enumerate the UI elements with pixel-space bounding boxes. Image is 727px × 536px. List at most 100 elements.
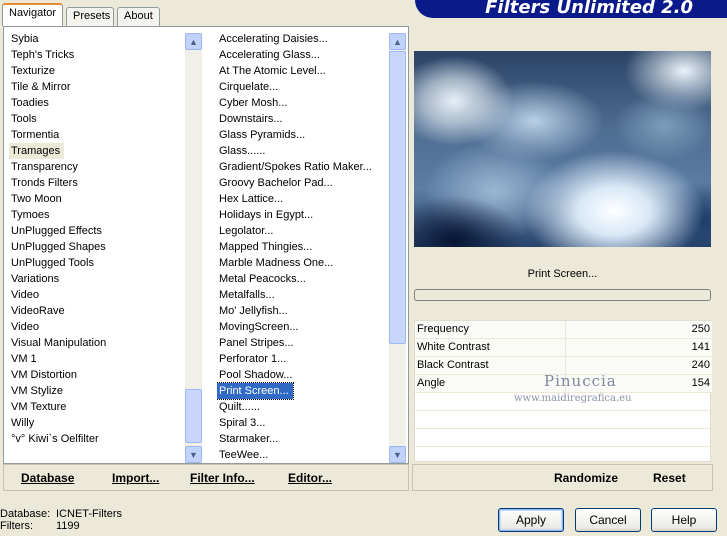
filter-list[interactable]: Accelerating Daisies... Accelerating Glas…	[217, 31, 389, 463]
list-item[interactable]: Tramages	[9, 143, 185, 159]
list-item-label: Mo' Jellyfish...	[219, 305, 288, 317]
list-item-label: Accelerating Glass...	[219, 49, 320, 61]
list-item[interactable]: Downstairs...	[217, 111, 389, 127]
list-item[interactable]: Holidays in Egypt...	[217, 207, 389, 223]
slider-tick	[565, 339, 566, 357]
list-item[interactable]: Transparency	[9, 159, 185, 175]
list-item[interactable]: VM Texture	[9, 399, 185, 415]
list-item[interactable]: Variations	[9, 271, 185, 287]
cancel-button-label: Cancel	[589, 513, 627, 527]
list-item[interactable]: Quilt......	[217, 399, 389, 415]
list-item[interactable]: Hex Lattice...	[217, 191, 389, 207]
list-item[interactable]: Video	[9, 319, 185, 335]
list-item[interactable]: Perforator 1...	[217, 351, 389, 367]
list-item[interactable]: Accelerating Daisies...	[217, 31, 389, 47]
list-item[interactable]: Print Screen...	[217, 382, 389, 400]
list-item[interactable]: UnPlugged Effects	[9, 223, 185, 239]
list-item[interactable]: Toadies	[9, 95, 185, 111]
list-item[interactable]: TeeWee...	[217, 447, 389, 463]
list-item[interactable]: Visual Manipulation	[9, 335, 185, 351]
preview-image[interactable]	[414, 51, 711, 247]
category-list[interactable]: Sybia Teph's Tricks Texturize Tile & Mirror…	[9, 31, 185, 463]
list-item[interactable]: Cyber Mosh...	[217, 95, 389, 111]
editor-button[interactable]: Editor...	[288, 471, 332, 485]
list-item-label: UnPlugged Shapes	[11, 241, 106, 253]
filter-scrollbar[interactable]: ▲ ▼	[389, 33, 406, 463]
list-item-label: Tymoes	[11, 209, 50, 221]
tab-about[interactable]: About	[117, 7, 160, 26]
database-button[interactable]: Database	[21, 471, 74, 485]
tab-navigator[interactable]: Navigator	[2, 3, 63, 26]
list-item-label: Transparency	[11, 161, 78, 173]
apply-button-label: Apply	[515, 513, 547, 527]
category-scroll-thumb[interactable]	[185, 389, 202, 443]
filter-scroll-thumb[interactable]	[389, 51, 406, 344]
list-item[interactable]: MovingScreen...	[217, 319, 389, 335]
param-label: Angle	[417, 377, 446, 389]
apply-button[interactable]: Apply	[498, 508, 564, 532]
list-item-label: Metal Peacocks...	[219, 273, 306, 285]
list-item[interactable]: Mo' Jellyfish...	[217, 303, 389, 319]
list-item[interactable]: Video	[9, 287, 185, 303]
list-item[interactable]: Marble Madness One...	[217, 255, 389, 271]
list-item[interactable]: Cirquelate...	[217, 79, 389, 95]
filter-name-label: Print Screen...	[527, 268, 598, 280]
import-button[interactable]: Import...	[112, 471, 159, 485]
list-item[interactable]: Tormentia	[9, 127, 185, 143]
list-item[interactable]: Starmaker...	[217, 431, 389, 447]
list-item[interactable]: At The Atomic Level...	[217, 63, 389, 79]
list-item[interactable]: Metalfalls...	[217, 287, 389, 303]
param-white-contrast[interactable]: White Contrast 141	[415, 339, 712, 357]
param-value: 250	[691, 323, 710, 335]
chevron-up-icon[interactable]: ▲	[389, 33, 406, 50]
list-item[interactable]: VM Distortion	[9, 367, 185, 383]
help-button-label: Help	[671, 513, 697, 527]
list-item[interactable]: Tile & Mirror	[9, 79, 185, 95]
list-item[interactable]: Tronds Filters	[9, 175, 185, 191]
navigator-panel: Sybia Teph's Tricks Texturize Tile & Mirror…	[3, 26, 409, 464]
list-item[interactable]: Groovy Bachelor Pad...	[217, 175, 389, 191]
list-item[interactable]: Two Moon	[9, 191, 185, 207]
title-banner: Filters Unlimited 2.0	[415, 0, 727, 18]
tab-presets[interactable]: Presets	[66, 7, 114, 26]
category-scrollbar[interactable]: ▲ ▼	[185, 33, 202, 463]
list-item[interactable]: Willy	[9, 415, 185, 431]
list-item[interactable]: °v° Kiwi`s Oelfilter	[9, 431, 185, 447]
list-item[interactable]: Accelerating Glass...	[217, 47, 389, 63]
list-item[interactable]: VM 1	[9, 351, 185, 367]
list-item[interactable]: Panel Stripes...	[217, 335, 389, 351]
list-item[interactable]: Glass Pyramids...	[217, 127, 389, 143]
param-frequency[interactable]: Frequency 250	[415, 321, 712, 339]
list-item-label: Panel Stripes...	[219, 337, 294, 349]
filter-info-button[interactable]: Filter Info...	[190, 471, 255, 485]
list-item[interactable]: Tools	[9, 111, 185, 127]
cancel-button[interactable]: Cancel	[575, 508, 641, 532]
list-item[interactable]: VM Stylize	[9, 383, 185, 399]
chevron-down-icon[interactable]: ▼	[185, 446, 202, 463]
list-item[interactable]: Tymoes	[9, 207, 185, 223]
help-button[interactable]: Help	[651, 508, 717, 532]
list-item[interactable]: Spiral 3...	[217, 415, 389, 431]
chevron-down-icon[interactable]: ▼	[389, 446, 406, 463]
param-label: Frequency	[417, 323, 469, 335]
list-item-label: Downstairs...	[219, 113, 283, 125]
list-item[interactable]: VideoRave	[9, 303, 185, 319]
list-item[interactable]: Texturize	[9, 63, 185, 79]
list-item[interactable]: Teph's Tricks	[9, 47, 185, 63]
chevron-up-icon[interactable]: ▲	[185, 33, 202, 50]
list-item[interactable]: Glass......	[217, 143, 389, 159]
list-item[interactable]: Pool Shadow...	[217, 367, 389, 383]
list-item[interactable]: Sybia	[9, 31, 185, 47]
list-item-label: VM 1	[11, 353, 37, 365]
list-item-label: Toadies	[11, 97, 49, 109]
reset-button[interactable]: Reset	[653, 471, 686, 485]
preset-button-bar: Randomize Reset	[412, 464, 713, 491]
randomize-button[interactable]: Randomize	[554, 471, 618, 485]
list-item[interactable]: Metal Peacocks...	[217, 271, 389, 287]
list-item[interactable]: Legolator...	[217, 223, 389, 239]
list-item[interactable]: UnPlugged Shapes	[9, 239, 185, 255]
parameter-panel: Frequency 250 White Contrast 141 Black C…	[414, 320, 712, 462]
list-item[interactable]: Mapped Thingies...	[217, 239, 389, 255]
list-item[interactable]: UnPlugged Tools	[9, 255, 185, 271]
list-item[interactable]: Gradient/Spokes Ratio Maker...	[217, 159, 389, 175]
